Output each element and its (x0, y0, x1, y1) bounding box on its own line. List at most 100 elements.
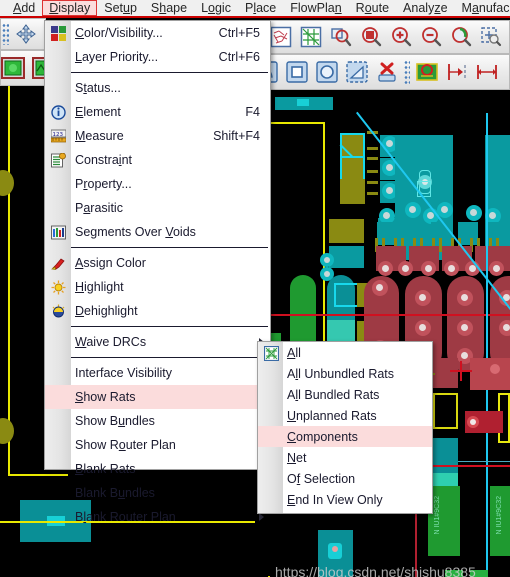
red-stadium-via-dot-6 (461, 294, 468, 301)
red-stadium-via-dot-1 (376, 284, 383, 291)
menubar-item-manufac[interactable]: Manufac (455, 0, 510, 16)
red-cross-br-v (460, 361, 462, 381)
menu-item-layer-priority[interactable]: Layer Priority... Ctrl+F6 (45, 45, 270, 69)
move-tool-button[interactable] (12, 20, 40, 48)
menu-separator (71, 72, 268, 73)
submenu-item-net[interactable]: Net (258, 447, 432, 468)
rectangle-shape-button[interactable] (283, 58, 311, 86)
olive-stub-5 (367, 181, 378, 184)
menu-item-label: Highlight (75, 280, 124, 294)
zoom-out-button[interactable] (417, 23, 445, 51)
menu-item-label: Color/Visibility... (75, 26, 163, 40)
part-label-2: N IU1#9C32 (496, 496, 503, 535)
menu-item-blank-router-plan[interactable]: Blank Router Plan (45, 505, 270, 529)
submenu-item-end-in-view-only[interactable]: End In View Only (258, 489, 432, 510)
cadence-allegro-window: N IU1#9C32 N IU1#9C32 https://blog.csdn.… (0, 0, 510, 577)
menu-item-show-bundles[interactable]: Show Bundles (45, 409, 270, 433)
menu-item-parasitic[interactable]: Parasitic (45, 196, 270, 220)
delete-shape-button[interactable] (373, 58, 401, 86)
show-rats-submenu: All All Unbundled Rats All Bundled Rats Unp… (257, 341, 433, 514)
menu-item-label: Status... (75, 81, 121, 95)
zoom-previous-button[interactable] (327, 23, 355, 51)
polygon-shape-button[interactable] (343, 58, 371, 86)
menu-item-blank-rats[interactable]: Blank Rats (45, 457, 270, 481)
menu-item-constraint[interactable]: Constraint (45, 148, 270, 172)
menu-item-label: Constraint (75, 153, 132, 167)
via-dot-2 (386, 164, 393, 171)
red-centerline-upper (255, 314, 510, 316)
menubar-item-add[interactable]: Add (6, 0, 42, 16)
net-grid-button[interactable] (297, 23, 325, 51)
olive-stub-3 (367, 157, 378, 160)
menu-item-measure[interactable]: 123 Measure Shift+F4 (45, 124, 270, 148)
menu-item-highlight[interactable]: Highlight (45, 275, 270, 299)
hatch-pad-1 (340, 133, 365, 158)
menu-item-interface-visibility[interactable]: Interface Visibility (45, 361, 270, 385)
menu-item-dehighlight[interactable]: Dehighlight (45, 299, 270, 323)
submenu-item-label: All (287, 345, 301, 360)
menubar-item-display[interactable]: Display (42, 0, 98, 16)
via-dot-4 (383, 212, 390, 219)
via-dot-10 (324, 257, 330, 263)
place-component-button[interactable] (413, 58, 441, 86)
zoom-world-button[interactable] (447, 23, 475, 51)
zoom-fit-button[interactable] (357, 23, 385, 51)
menu-item-accelerator: Ctrl+F5 (218, 26, 260, 40)
olive-pad-1 (0, 170, 14, 196)
shape-plane-button[interactable] (0, 54, 27, 82)
menu-item-status[interactable]: Status... (45, 76, 270, 100)
menu-item-color-visibility[interactable]: Color/Visibility... Ctrl+F5 (45, 21, 270, 45)
via-dot-9 (489, 212, 496, 219)
menubar-item-place[interactable]: Place (238, 0, 283, 16)
measure-ruler-icon: 123 (49, 127, 67, 145)
submenu-item-of-selection[interactable]: Of Selection (258, 468, 432, 489)
display-dropdown-menu: Color/Visibility... Ctrl+F5 Layer Priority… (44, 20, 271, 524)
chevron-right-icon (259, 513, 264, 521)
olive-pad-2 (0, 418, 14, 444)
toolbar-separator-icon (404, 60, 410, 84)
red-stadium-via-dot-8 (461, 352, 468, 359)
menu-item-blank-bundles[interactable]: Blank Bundles (45, 481, 270, 505)
menu-item-label: Blank Router Plan (75, 510, 176, 524)
olive-stub-2 (367, 147, 378, 150)
rats-nest-button[interactable] (267, 23, 295, 51)
menubar-item-setup[interactable]: Setup (97, 0, 144, 16)
toolbar-grip-icon[interactable] (2, 23, 9, 45)
submenu-item-label: Components (287, 429, 358, 444)
submenu-item-unplanned-rats[interactable]: Unplanned Rats (258, 405, 432, 426)
toolbar-right-second (255, 54, 510, 90)
menu-item-assign-color[interactable]: Assign Color (45, 251, 270, 275)
menubar-item-route[interactable]: Route (349, 0, 396, 16)
menu-item-property[interactable]: Property... (45, 172, 270, 196)
menubar-item-analyze[interactable]: Analyze (396, 0, 454, 16)
menu-item-segments-over-voids[interactable]: Segments Over Voids (45, 220, 270, 244)
submenu-item-all-unbundled-rats[interactable]: All Unbundled Rats (258, 363, 432, 384)
dimension-to-edge-button[interactable] (443, 58, 471, 86)
zoom-selection-button[interactable] (477, 23, 505, 51)
submenu-item-all-bundled-rats[interactable]: All Bundled Rats (258, 384, 432, 405)
menubar-item-flowplan[interactable]: FlowPlan (283, 0, 348, 16)
menu-item-label: Measure (75, 129, 124, 143)
red-centerline-lower (420, 465, 510, 467)
menu-item-label: Parasitic (75, 201, 123, 215)
menu-separator (71, 247, 268, 248)
red-stadium-via-dot-4 (419, 324, 426, 331)
watermark-text: https://blog.csdn.net/shishu8385 (275, 564, 476, 577)
red-stadium-via-dot-3 (419, 294, 426, 301)
olive-stub-6 (367, 192, 378, 195)
menu-item-element[interactable]: Element F4 (45, 100, 270, 124)
menubar-item-shape[interactable]: Shape (144, 0, 194, 16)
menu-item-show-rats[interactable]: Show Rats (45, 385, 270, 409)
dimension-linear-button[interactable] (473, 58, 501, 86)
menu-item-show-router-plan[interactable]: Show Router Plan (45, 433, 270, 457)
submenu-item-components[interactable]: Components (258, 426, 432, 447)
assign-color-icon (49, 254, 67, 272)
menubar-item-logic[interactable]: Logic (194, 0, 238, 16)
highlight-icon (49, 278, 67, 296)
submenu-item-all[interactable]: All (258, 342, 432, 363)
color-visibility-icon (49, 24, 67, 42)
zoom-in-button[interactable] (387, 23, 415, 51)
menu-item-waive-drcs[interactable]: Waive DRCs (45, 330, 270, 354)
circle-shape-button[interactable] (313, 58, 341, 86)
olive-block-1 (329, 219, 364, 243)
